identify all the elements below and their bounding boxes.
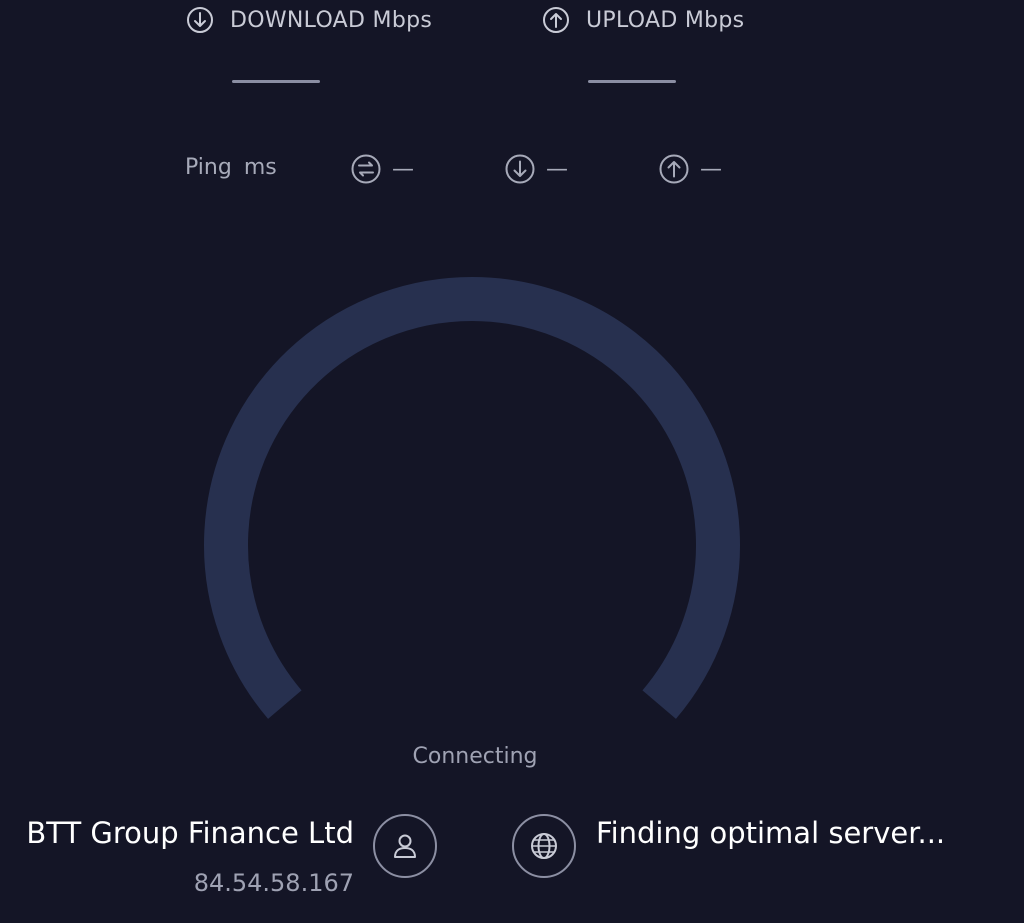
speedtest-page: DOWNLOAD Mbps UPLOAD Mbps Ping ms — — — … [0,0,1024,923]
isp-name: BTT Group Finance Ltd [26,816,354,850]
speed-gauge [204,277,740,719]
gauge-track [204,277,740,719]
connection-status: Connecting [412,744,538,769]
isp-ip-address: 84.54.58.167 [193,869,354,897]
globe-icon [531,833,557,859]
change-server-button[interactable] [512,814,576,878]
server-status-text: Finding optimal server... [596,816,946,850]
isp-user-button[interactable] [373,814,437,878]
user-icon [394,834,416,858]
